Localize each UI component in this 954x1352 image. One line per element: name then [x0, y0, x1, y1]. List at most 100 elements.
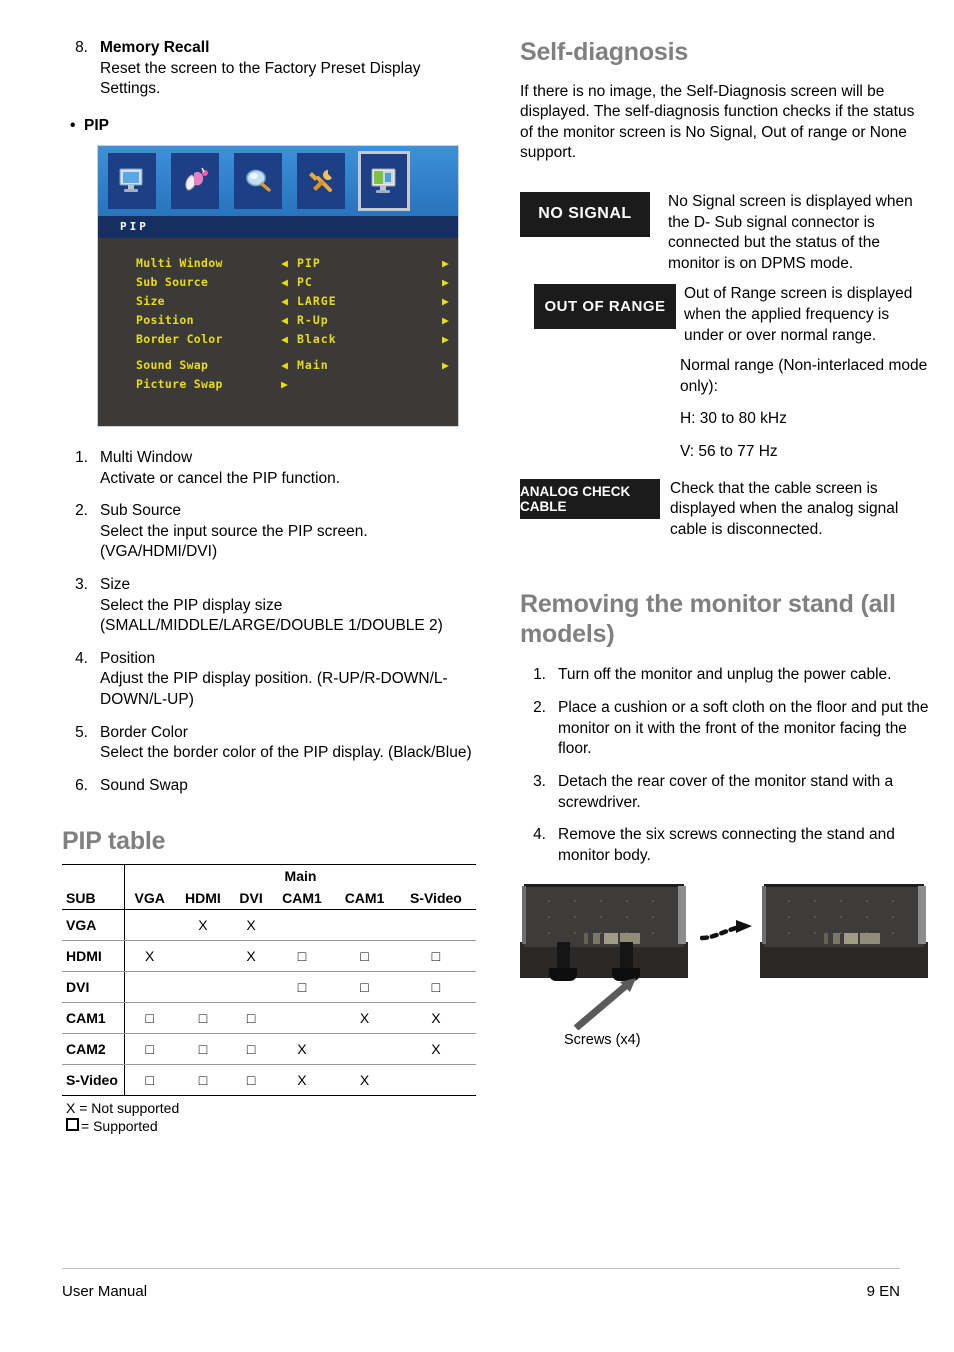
- table-row: CAM2 □ □ □ X X: [62, 1033, 476, 1065]
- osd-control[interactable]: ▶: [281, 377, 456, 391]
- osd-control[interactable]: ◀ Black ▶: [281, 332, 456, 346]
- port-cluster: [824, 933, 880, 945]
- arrow-right-icon[interactable]: ▶: [442, 332, 456, 346]
- monitor-left-rim: [522, 886, 526, 945]
- display-monitor-icon: [108, 152, 156, 209]
- table-cell: [395, 909, 476, 941]
- column-header-cam1: CAM1: [270, 887, 334, 910]
- osd-row-picture-swap[interactable]: Picture Swap ▶: [98, 375, 458, 394]
- arrow-right-icon[interactable]: ▶: [442, 358, 456, 372]
- list-item-desc: Select the input source the PIP screen. …: [100, 522, 368, 561]
- memory-recall-list: 8. Memory Recall Reset the screen to the…: [62, 38, 474, 100]
- analog-check-cable-description: Check that the cable screen is displayed…: [670, 479, 899, 538]
- manual-page: 8. Memory Recall Reset the screen to the…: [0, 0, 954, 1352]
- two-column-layout: 8. Memory Recall Reset the screen to the…: [62, 38, 929, 1135]
- osd-row-multi-window[interactable]: Multi Window ◀ PIP ▶: [98, 254, 458, 273]
- sub-axis-label: SUB: [62, 887, 125, 910]
- list-number: 3.: [533, 772, 546, 790]
- table-cell: X: [231, 940, 271, 972]
- arrow-left-icon[interactable]: ◀: [281, 313, 297, 327]
- arrow-right-icon[interactable]: ▶: [442, 275, 456, 289]
- list-item-title: Memory Recall: [100, 39, 210, 56]
- table-cell: □: [124, 1002, 175, 1034]
- list-item-title: Sub Source: [100, 502, 181, 520]
- list-number: 2.: [533, 699, 546, 717]
- arrow-right-icon[interactable]: ▶: [442, 256, 456, 270]
- list-item-desc: Select the PIP display size (SMALL/MIDDL…: [100, 596, 443, 635]
- osd-label: Border Color: [136, 332, 223, 347]
- table-cell: □: [124, 1033, 175, 1065]
- osd-row-position[interactable]: Position ◀ R-Up ▶: [98, 311, 458, 330]
- row-header-cam1: CAM1: [62, 1002, 125, 1034]
- osd-pip-menu-screenshot: PIP Multi Window ◀ PIP ▶ Sub Source ◀ PC…: [98, 145, 458, 426]
- arrow-left-icon[interactable]: ◀: [281, 358, 297, 372]
- stand-removal-figure: Screws (x4): [520, 880, 930, 1075]
- list-number: 1.: [75, 448, 88, 466]
- table-cell: X: [174, 909, 232, 941]
- arrow-left-icon[interactable]: ◀: [281, 294, 297, 308]
- osd-label: Size: [136, 294, 165, 309]
- osd-icon-bar: [98, 145, 458, 216]
- osd-control[interactable]: ◀ PIP ▶: [281, 256, 456, 270]
- table-cell: □: [174, 1064, 232, 1096]
- list-number: 1.: [533, 666, 546, 684]
- table-cell: □: [231, 1033, 271, 1065]
- table-row: VGA X X: [62, 909, 476, 941]
- osd-label: Sound Swap: [136, 358, 209, 373]
- osd-row-size[interactable]: Size ◀ LARGE ▶: [98, 292, 458, 311]
- osd-row-sound-swap[interactable]: Sound Swap ◀ Main ▶: [98, 356, 458, 375]
- arrow-left-icon[interactable]: ◀: [281, 256, 297, 270]
- table-cell: □: [231, 1064, 271, 1096]
- arrow-right-icon[interactable]: ▶: [442, 294, 456, 308]
- osd-menu-rows: Multi Window ◀ PIP ▶ Sub Source ◀ PC ▶ S…: [98, 238, 458, 394]
- transition-arrow-icon: [700, 920, 752, 941]
- table-cell: [124, 909, 175, 941]
- table-cell: X: [270, 1064, 334, 1096]
- monitor-with-stand-image: [520, 884, 688, 982]
- osd-control[interactable]: ◀ R-Up ▶: [281, 313, 456, 327]
- arrow-left-icon[interactable]: ◀: [281, 275, 297, 289]
- osd-control[interactable]: ◀ LARGE ▶: [281, 294, 456, 308]
- removing-stand-heading: Removing the monitor stand (all models): [520, 590, 896, 648]
- bullet-dot-icon: •: [70, 116, 76, 134]
- magnifier-icon: [234, 152, 282, 209]
- table-row: HDMI X X □ □ □: [62, 940, 476, 972]
- row-header-cam2: CAM2: [62, 1033, 125, 1065]
- table-row: DVI □ □ □: [62, 971, 476, 1003]
- analog-check-cable-badge: ANALOG CHECK CABLE: [520, 478, 660, 519]
- osd-value: Black: [297, 332, 337, 347]
- arrow-right-icon[interactable]: ▶: [281, 377, 297, 391]
- arrow-left-icon[interactable]: ◀: [281, 332, 297, 346]
- osd-title-bar: PIP: [98, 215, 458, 238]
- corner-spacer: [62, 864, 125, 887]
- diagnosis-entry-analog-check-cable: ANALOG CHECK CABLE Check that the cable …: [520, 478, 930, 541]
- table-row: CAM1 □ □ □ X X: [62, 1002, 476, 1034]
- osd-control[interactable]: ◀ PC ▶: [281, 275, 456, 289]
- no-signal-description: No Signal screen is displayed when the D…: [668, 192, 913, 272]
- row-header-dvi: DVI: [62, 971, 125, 1003]
- table-cell: □: [124, 1064, 175, 1096]
- table-cell: X: [333, 1002, 396, 1034]
- bullet-pip: • PIP: [70, 116, 474, 136]
- table-cell: X: [231, 909, 271, 941]
- no-signal-badge: NO SIGNAL: [520, 191, 650, 237]
- osd-label: Position: [136, 313, 194, 328]
- table-header-columns-row: SUB VGA HDMI DVI CAM1 CAM1 S-Video: [62, 887, 476, 910]
- osd-row-sub-source[interactable]: Sub Source ◀ PC ▶: [98, 273, 458, 292]
- range-vertical: V: 56 to 77 Hz: [680, 443, 778, 461]
- self-diagnosis-heading: Self-diagnosis: [520, 38, 689, 66]
- monitor-rear-panel: [764, 884, 924, 948]
- list-number: 6.: [75, 776, 88, 794]
- list-item: 2. Place a cushion or a soft cloth on th…: [520, 698, 930, 760]
- list-item: 1. Turn off the monitor and unplug the p…: [520, 665, 930, 686]
- osd-control[interactable]: ◀ Main ▶: [281, 358, 456, 372]
- self-diagnosis-intro: If there is no image, the Self-Diagnosis…: [520, 82, 915, 162]
- column-header-cam1-b: CAM1: [333, 887, 396, 910]
- monitor-rear-panel: [524, 884, 684, 948]
- table-cell: [270, 1002, 334, 1034]
- arrow-right-icon[interactable]: ▶: [442, 313, 456, 327]
- monitor-legs: [520, 942, 688, 982]
- list-number: 8.: [75, 39, 88, 56]
- osd-row-border-color[interactable]: Border Color ◀ Black ▶: [98, 330, 458, 349]
- list-item-desc: Select the border color of the PIP displ…: [100, 744, 472, 762]
